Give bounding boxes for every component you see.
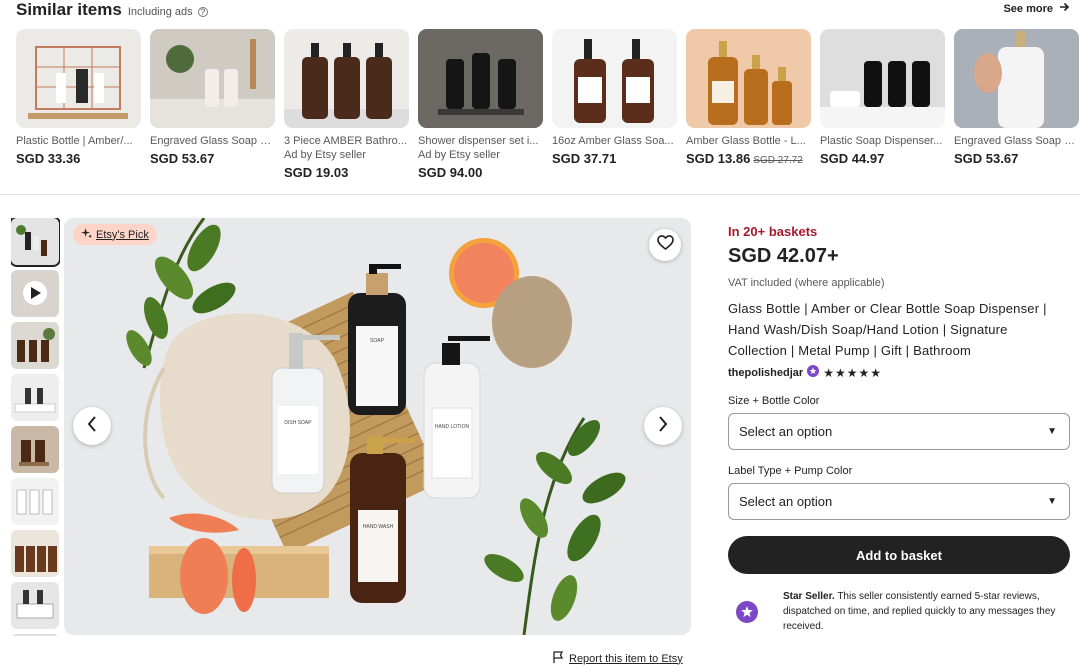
heart-icon (656, 235, 674, 255)
similar-item-price: SGD 44.97 (820, 151, 885, 166)
similar-item-price: SGD 13.86 SGD 27.72 (686, 151, 803, 166)
section-divider (0, 194, 1080, 195)
thumbnail-image[interactable] (11, 322, 59, 369)
thumbnail-image[interactable] (11, 218, 60, 267)
shop-name[interactable]: thepolishedjar (728, 367, 803, 379)
similar-item-price: SGD 33.36 (16, 151, 81, 166)
thumbnail-image[interactable] (11, 530, 59, 577)
size-bottle-color-select[interactable]: Select an option ▼ (728, 413, 1070, 450)
add-to-basket-button[interactable]: Add to basket (728, 536, 1070, 574)
thumbnail-list (11, 218, 60, 636)
etsys-pick-badge[interactable]: Etsy's Pick (73, 224, 157, 245)
etsys-pick-label: Etsy's Pick (96, 228, 149, 241)
similar-items-row: Plastic Bottle | Amber/... SGD 33.36 Eng… (16, 29, 1079, 180)
report-item-link[interactable]: Report this item to Etsy (553, 651, 683, 665)
chevron-left-icon (87, 415, 97, 437)
similar-item-card[interactable]: Plastic Soap Dispenser... SGD 44.97 (820, 29, 945, 180)
similar-item-ad-label: Ad by Etsy seller (418, 149, 500, 161)
similar-item-name[interactable]: Plastic Bottle | Amber/... (16, 135, 141, 147)
similar-item-name[interactable]: Engraved Glass Soap D... (150, 135, 275, 147)
option1-label: Size + Bottle Color (728, 395, 820, 407)
vat-note: VAT included (where applicable) (728, 277, 885, 289)
similar-item-image[interactable] (820, 29, 945, 128)
thumbnail-image[interactable] (11, 374, 59, 421)
arrow-right-icon (1059, 2, 1070, 15)
similar-item-price: SGD 53.67 (954, 151, 1019, 166)
similar-items-title: Similar items (16, 0, 122, 19)
thumbnail-image[interactable] (11, 634, 59, 636)
option2-label: Label Type + Pump Color (728, 465, 853, 477)
similar-item-price: SGD 19.03 (284, 165, 349, 180)
similar-item-original-price: SGD 27.72 (753, 155, 803, 166)
thumbnail-image[interactable] (11, 426, 59, 473)
similar-items-subtitle: Including ads ? (128, 6, 208, 18)
similar-item-card[interactable]: 3 Piece AMBER Bathro... Ad by Etsy selle… (284, 29, 409, 180)
main-product-image[interactable]: DISH SOAP SOAP HAND LOTION HAND WASH Ets… (64, 218, 691, 635)
similar-item-image[interactable] (284, 29, 409, 128)
shop-info: thepolishedjar ★★★★★ (728, 365, 1070, 380)
similar-item-image[interactable] (954, 29, 1079, 128)
bottle-label-hand-lotion: HAND LOTION (435, 424, 470, 430)
basket-count: In 20+ baskets (728, 224, 818, 239)
thumbnail-image[interactable] (11, 478, 59, 525)
star-seller-description: Star Seller. This seller consistently ea… (783, 591, 1056, 632)
similar-item-name[interactable]: Shower dispenser set i... (418, 135, 543, 147)
next-image-button[interactable] (644, 407, 682, 445)
label-type-pump-color-select[interactable]: Select an option ▼ (728, 483, 1070, 520)
caret-down-icon: ▼ (1047, 426, 1057, 437)
thumbnail-video[interactable] (11, 270, 59, 317)
caret-down-icon: ▼ (1047, 496, 1057, 507)
similar-item-image[interactable] (686, 29, 811, 128)
similar-item-name[interactable]: 3 Piece AMBER Bathro... (284, 135, 409, 147)
similar-item-image[interactable] (16, 29, 141, 128)
star-seller-info: Star Seller. This seller consistently ea… (728, 589, 1070, 634)
bottle-label-hand-wash: HAND WASH (363, 524, 394, 530)
flag-icon (553, 651, 564, 665)
bottle-label-soap: SOAP (370, 338, 385, 344)
similar-item-name[interactable]: 16oz Amber Glass Soa... (552, 135, 677, 147)
similar-item-card[interactable]: Plastic Bottle | Amber/... SGD 33.36 (16, 29, 141, 180)
select-value: Select an option (739, 424, 833, 439)
similar-item-price: SGD 37.71 (552, 151, 617, 166)
similar-item-image[interactable] (418, 29, 543, 128)
sparkle-icon (81, 227, 92, 242)
star-seller-icon (736, 601, 758, 623)
product-info-panel: In 20+ baskets SGD 42.07+ VAT included (… (728, 224, 1070, 634)
similar-item-name[interactable]: Engraved Glass Soap D... (954, 135, 1079, 147)
previous-image-button[interactable] (73, 407, 111, 445)
favorite-button[interactable] (649, 229, 681, 261)
thumbnail-image[interactable] (11, 582, 59, 629)
select-value: Select an option (739, 494, 833, 509)
similar-items-header: Similar items Including ads ? (16, 0, 208, 20)
similar-item-name[interactable]: Amber Glass Bottle - L... (686, 135, 811, 147)
similar-item-name[interactable]: Plastic Soap Dispenser... (820, 135, 945, 147)
similar-item-card[interactable]: Engraved Glass Soap D... SGD 53.67 (150, 29, 275, 180)
star-seller-badge-icon (807, 365, 820, 380)
chevron-right-icon (658, 415, 668, 437)
help-icon[interactable]: ? (197, 7, 208, 17)
similar-item-card[interactable]: Shower dispenser set i... Ad by Etsy sel… (418, 29, 543, 180)
similar-item-ad-label: Ad by Etsy seller (284, 149, 366, 161)
bottle-label-dish-soap: DISH SOAP (284, 420, 312, 426)
product-title: Glass Bottle | Amber or Clear Bottle Soa… (728, 301, 1047, 358)
see-more-link[interactable]: See more (1003, 2, 1070, 15)
product-price: SGD 42.07+ (728, 245, 839, 267)
rating-stars[interactable]: ★★★★★ (823, 366, 882, 380)
similar-item-card[interactable]: 16oz Amber Glass Soa... SGD 37.71 (552, 29, 677, 180)
similar-item-image[interactable] (552, 29, 677, 128)
similar-item-price: SGD 94.00 (418, 165, 483, 180)
product-photo: DISH SOAP SOAP HAND LOTION HAND WASH (64, 218, 691, 635)
similar-item-card[interactable]: Engraved Glass Soap D... SGD 53.67 (954, 29, 1079, 180)
similar-item-price: SGD 53.67 (150, 151, 215, 166)
similar-item-card[interactable]: Amber Glass Bottle - L... SGD 13.86 SGD 2… (686, 29, 811, 180)
similar-item-image[interactable] (150, 29, 275, 128)
